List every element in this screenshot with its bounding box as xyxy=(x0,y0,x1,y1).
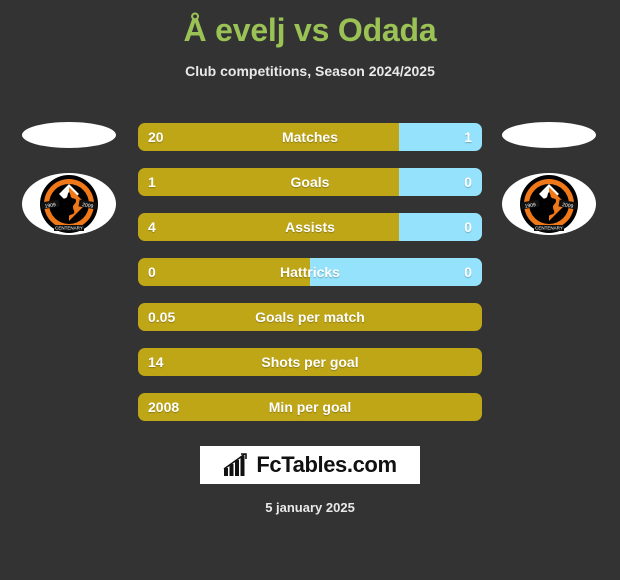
stat-value-away: 0 xyxy=(464,174,472,190)
stat-row: 14 Shots per goal xyxy=(138,348,482,376)
stat-label: Shots per goal xyxy=(261,354,359,370)
crest-cap-left xyxy=(22,122,116,148)
stat-row: 0.05 Goals per match xyxy=(138,303,482,331)
fctables-logo[interactable]: FcTables.com xyxy=(200,446,420,484)
stat-label: Goals per match xyxy=(255,309,365,325)
report-date: 5 january 2025 xyxy=(265,500,355,515)
stat-value-away: 1 xyxy=(464,129,472,145)
dundee-united-crest-icon: 1909 2009 CENTENARY xyxy=(40,175,98,233)
crest-right: 1909 2009 CENTENARY xyxy=(502,173,596,235)
svg-text:CENTENARY: CENTENARY xyxy=(55,226,83,231)
stat-label: Matches xyxy=(281,129,339,145)
stat-row: 0 Hattricks 0 xyxy=(138,258,482,286)
svg-text:CENTENARY: CENTENARY xyxy=(535,226,563,231)
stat-label: Min per goal xyxy=(268,399,352,415)
crest-left: 1909 2009 CENTENARY xyxy=(22,173,116,235)
stat-value-away: 0 xyxy=(464,264,472,280)
bar-chart-growth-icon xyxy=(223,453,248,476)
fctables-logo-text: FcTables.com xyxy=(256,452,397,477)
stat-bar-list: 20 Matches 1 1 Goals 0 4 Assists 0 0 Hattricks 0 0.0… xyxy=(138,123,482,438)
stat-row: 2008 Min per goal xyxy=(138,393,482,421)
stat-label: Hattricks xyxy=(280,264,340,280)
stat-row: 4 Assists 0 xyxy=(138,213,482,241)
stat-row: 20 Matches 1 xyxy=(138,123,482,151)
page-title: Å evelj vs Odada xyxy=(183,12,437,48)
stat-label: Goals xyxy=(290,174,330,190)
page-subtitle: Club competitions, Season 2024/2025 xyxy=(185,63,435,79)
stat-row: 1 Goals 0 xyxy=(138,168,482,196)
stat-label: Assists xyxy=(285,219,335,235)
crest-cap-right xyxy=(502,122,596,148)
dundee-united-crest-icon: 1909 2009 CENTENARY xyxy=(520,175,578,233)
stat-value-away: 0 xyxy=(464,219,472,235)
